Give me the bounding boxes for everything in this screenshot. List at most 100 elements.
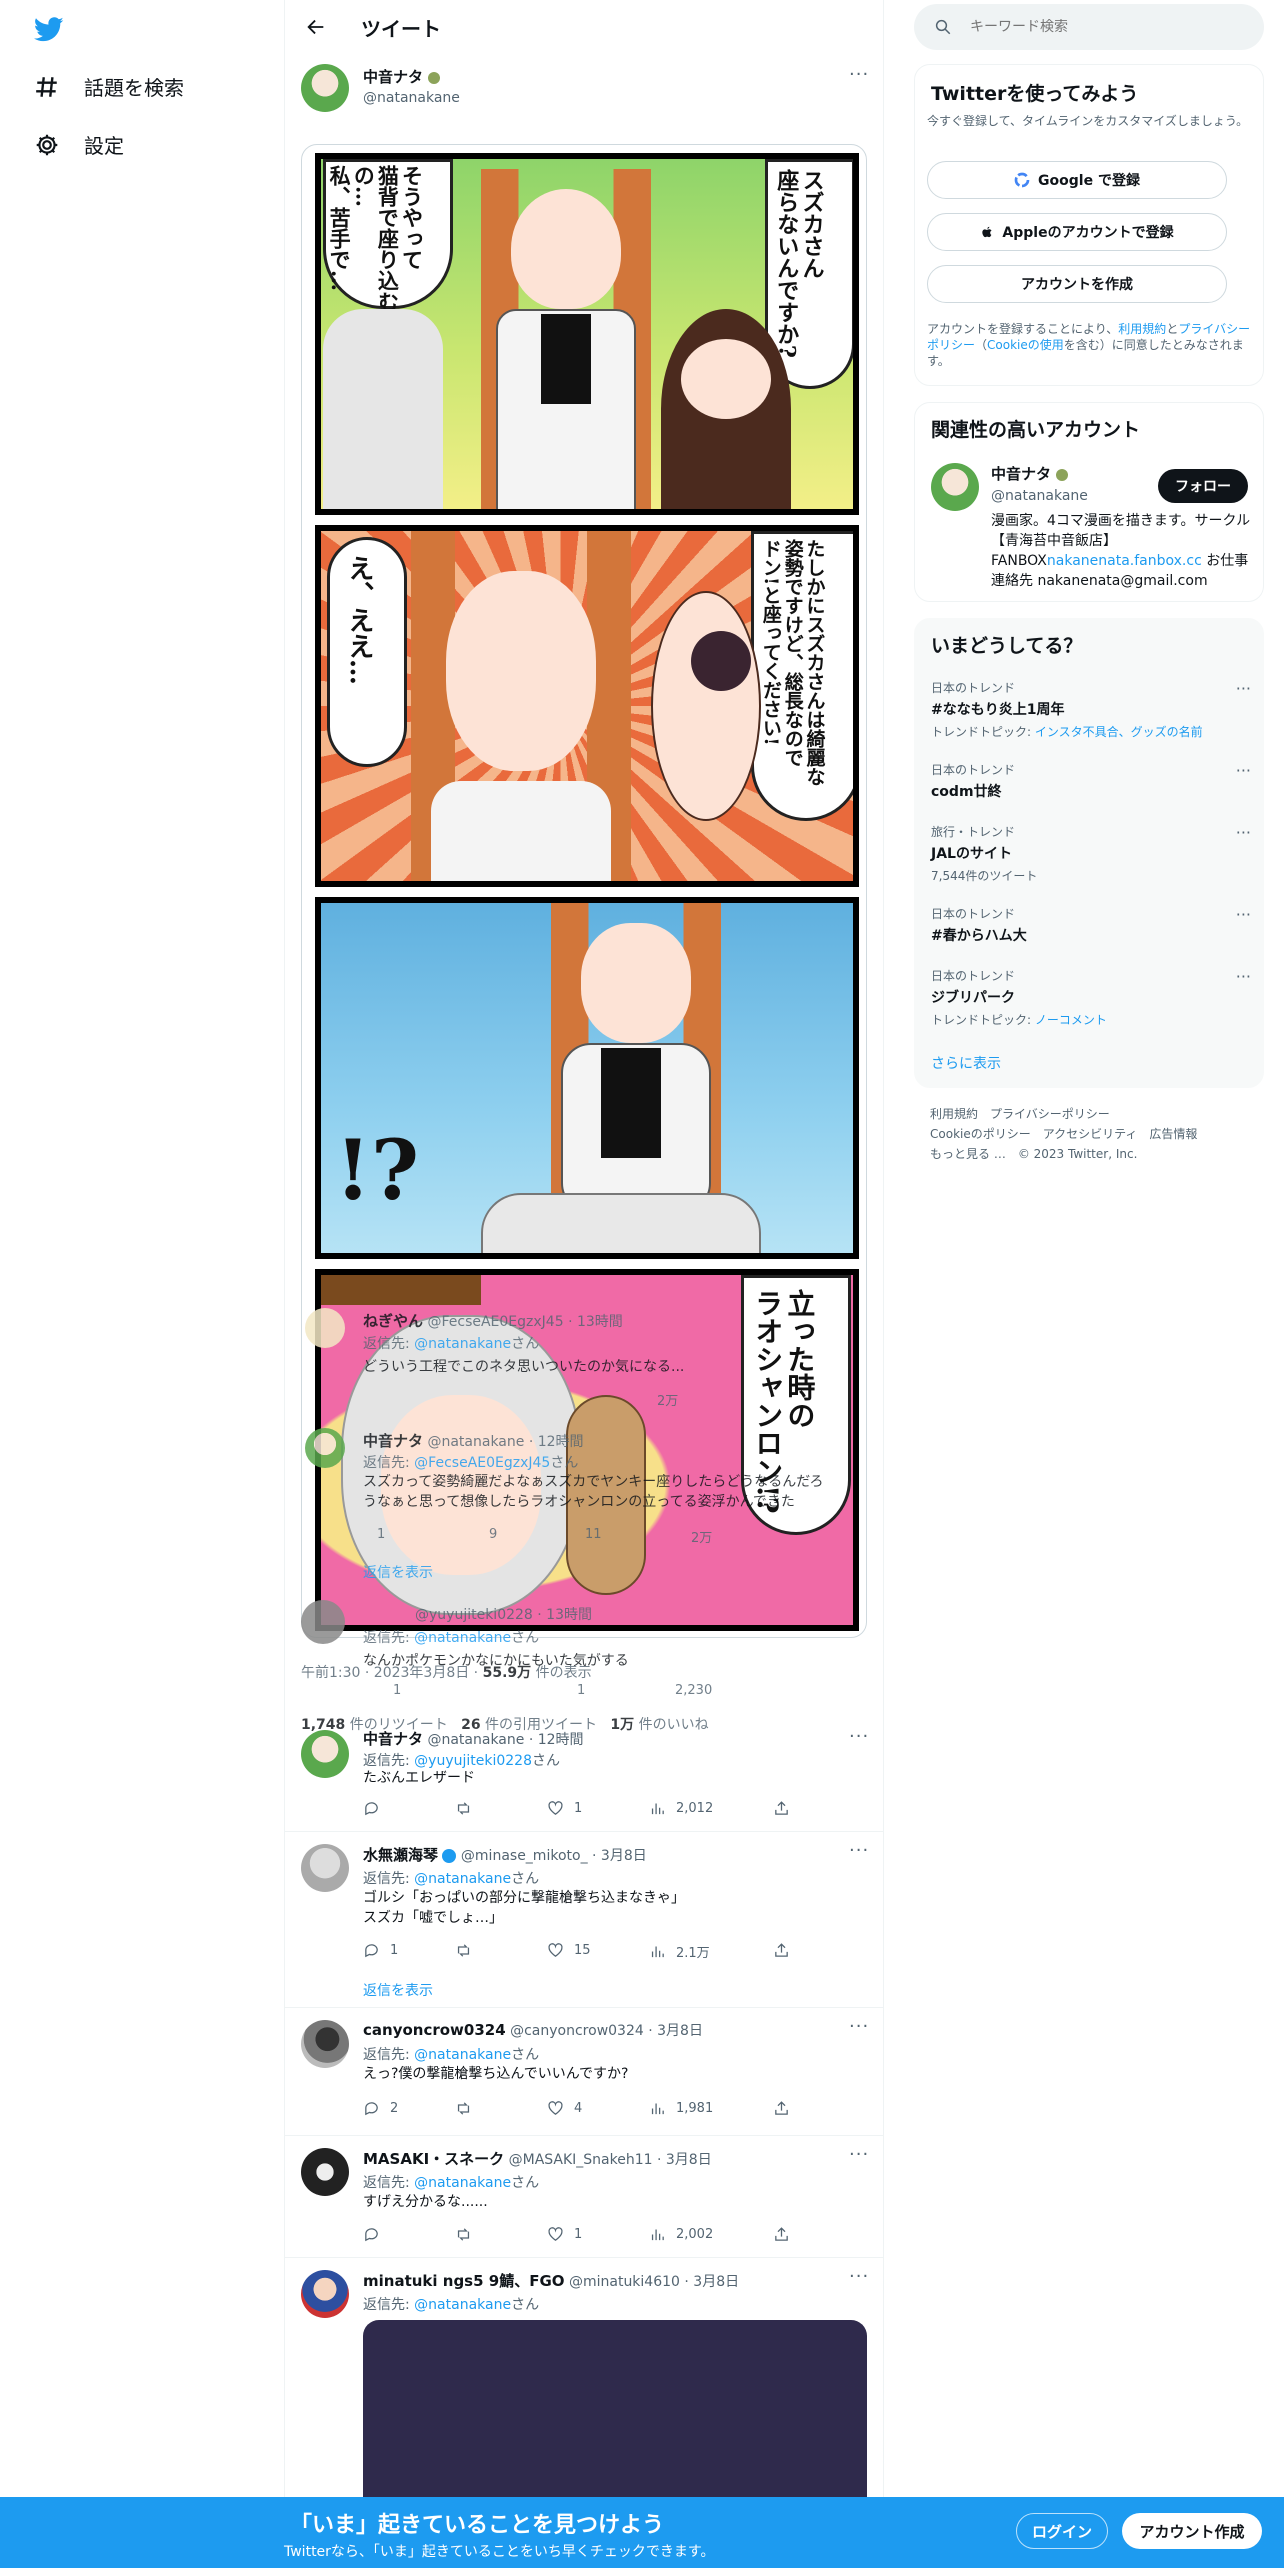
more-options-icon[interactable]: ··· — [1236, 823, 1251, 842]
reply-to-link[interactable]: @natanakane — [414, 2175, 511, 2191]
reply-time[interactable]: · 12時間 — [529, 1434, 584, 1450]
nav-explore[interactable]: 話題を検索 — [34, 72, 184, 101]
more-options-icon[interactable]: ··· — [849, 2144, 869, 2165]
trend-topic-link[interactable]: ノーコメント — [1035, 1013, 1107, 1027]
related-avatar[interactable] — [931, 463, 979, 511]
reply-name[interactable]: MASAKI・スネーク — [363, 2150, 504, 2168]
reply-avatar[interactable] — [301, 2148, 349, 2196]
follow-button[interactable]: フォロー — [1158, 469, 1248, 503]
share-button[interactable] — [773, 2100, 790, 2117]
footer-line-3[interactable]: もっと見る … © 2023 Twitter, Inc. — [930, 1144, 1197, 1164]
reply-avatar[interactable] — [305, 1428, 345, 1468]
more-options-icon[interactable]: ··· — [849, 64, 869, 85]
reply-name[interactable]: 水無瀬海琴 — [363, 1846, 438, 1864]
share-button[interactable] — [773, 2226, 790, 2243]
trend-topic-link[interactable]: インスタ不具合、グッズの名前 — [1035, 725, 1203, 739]
reply-handle[interactable]: @yuyujiteki0228 — [415, 1607, 533, 1623]
author-name[interactable]: 中音ナタ — [363, 68, 423, 86]
reply-name[interactable]: ねぎやん — [363, 1312, 423, 1330]
author-avatar[interactable] — [301, 64, 349, 112]
reply-button[interactable] — [363, 1800, 380, 1817]
reply-handle[interactable]: @natanakane — [427, 1434, 524, 1450]
footer-links[interactable]: 利用規約 プライバシーポリシー Cookieのポリシー アクセシビリティ 広告情… — [930, 1104, 1197, 1164]
more-options-icon[interactable]: ··· — [1236, 967, 1251, 986]
reply-button[interactable]: 2 — [363, 2100, 398, 2117]
apple-signup-button[interactable]: Appleのアカウントで登録 — [927, 213, 1227, 251]
terms-link[interactable]: 利用規約 — [1118, 322, 1166, 336]
reply-avatar[interactable] — [301, 1844, 349, 1892]
cookie-link[interactable]: Cookieの使用 — [987, 338, 1064, 352]
reply-avatar[interactable] — [301, 1730, 349, 1778]
more-options-icon[interactable]: ··· — [1236, 679, 1251, 698]
twitter-logo-icon[interactable] — [32, 14, 66, 44]
show-more-trends-link[interactable]: さらに表示 — [931, 1053, 1001, 1073]
reply-name[interactable]: 中音ナタ — [363, 1432, 423, 1450]
reply-to-link[interactable]: @natanakane — [414, 1336, 511, 1352]
more-options-icon[interactable]: ··· — [849, 2266, 869, 2287]
reply-item[interactable]: canyoncrow0324 @canyoncrow0324 · 3月8日 返信… — [285, 2008, 883, 2136]
retweet-button[interactable] — [455, 2100, 472, 2117]
share-button[interactable] — [773, 1942, 790, 1959]
retweet-count[interactable]: 9 — [489, 1527, 497, 1542]
like-button[interactable]: 1 — [547, 2226, 582, 2243]
reply-time[interactable]: · 3月8日 — [648, 2023, 703, 2039]
view-count[interactable]: 2万 — [691, 1527, 712, 1546]
reply-name[interactable]: canyoncrow0324 — [363, 2021, 506, 2039]
footer-line-2[interactable]: Cookieのポリシー アクセシビリティ 広告情報 — [930, 1124, 1197, 1144]
reply-time[interactable]: · 13時間 — [537, 1607, 592, 1623]
reply-views[interactable]: 2万 — [657, 1390, 678, 1409]
search-bar[interactable] — [914, 4, 1264, 50]
reply-to-link[interactable]: @FecseAE0EgzxJ45 — [414, 1455, 550, 1471]
trend-item[interactable]: 日本のトレンド #春からハム大 ··· — [931, 905, 1251, 945]
reply-handle[interactable]: @minatuki4610 — [569, 2274, 680, 2290]
show-replies-link[interactable]: 返信を表示 — [363, 1980, 433, 2000]
related-account[interactable]: 中音ナタ @natanakane — [991, 463, 1088, 504]
footer-line-1[interactable]: 利用規約 プライバシーポリシー — [930, 1104, 1197, 1124]
like-button[interactable]: 4 — [547, 2100, 582, 2117]
reply-to-link[interactable]: @natanakane — [414, 2297, 511, 2313]
share-button[interactable] — [773, 1800, 790, 1817]
reply-time[interactable]: · 12時間 — [529, 1732, 584, 1748]
reply-time[interactable]: · 3月8日 — [657, 2152, 712, 2168]
views-button[interactable]: 1,981 — [649, 2100, 713, 2117]
more-options-icon[interactable]: ··· — [1236, 761, 1251, 780]
reply-item[interactable]: 水無瀬海琴 @minase_mikoto_ · 3月8日 返信先: @natan… — [285, 1832, 883, 2008]
reply-handle[interactable]: @natanakane — [427, 1732, 524, 1748]
trend-item[interactable]: 日本のトレンド ジブリパーク トレンドトピック: ノーコメント ··· — [931, 967, 1251, 1028]
google-signup-button[interactable]: Google で登録 — [927, 161, 1227, 199]
bio-link[interactable]: nakanenata.fanbox.cc — [1047, 553, 1202, 569]
reply-button[interactable]: 1 — [363, 1942, 398, 1959]
more-options-icon[interactable]: ··· — [849, 1840, 869, 1861]
views-button[interactable]: 2.1万 — [649, 1942, 710, 1961]
reply-time[interactable]: · 3月8日 — [684, 2274, 739, 2290]
reply-name[interactable]: minatuki ngs5 9鯖、FGO — [363, 2272, 565, 2290]
more-options-icon[interactable]: ··· — [1236, 905, 1251, 924]
like-count[interactable]: 1 — [577, 1683, 585, 1698]
reply-handle[interactable]: @canyoncrow0324 — [510, 2023, 644, 2039]
retweet-button[interactable] — [455, 1942, 472, 1959]
signup-button[interactable]: アカウント作成 — [1122, 2513, 1262, 2549]
reply-to-link[interactable]: @natanakane — [414, 1630, 511, 1646]
author-handle[interactable]: @natanakane — [363, 90, 460, 106]
trend-item[interactable]: 日本のトレンド #ななもり炎上1周年 トレンドトピック: インスタ不具合、グッズ… — [931, 679, 1251, 740]
reply-button[interactable] — [363, 2226, 380, 2243]
back-arrow-icon[interactable] — [305, 16, 327, 38]
comic-image[interactable]: そうやって 猫背で座り込む の… 私、苦手で… スズカさん 座らないんですか? … — [301, 144, 867, 1638]
trend-item[interactable]: 日本のトレンド codm廿終 ··· — [931, 761, 1251, 801]
create-account-button[interactable]: アカウントを作成 — [927, 265, 1227, 303]
trend-item[interactable]: 旅行・トレンド JALのサイト 7,544件のツイート ··· — [931, 823, 1251, 884]
reply-to-link[interactable]: @natanakane — [414, 1871, 511, 1887]
reply-count[interactable]: 1 — [377, 1527, 385, 1542]
reply-avatar[interactable] — [301, 2020, 349, 2068]
retweet-button[interactable] — [455, 2226, 472, 2243]
reply-count[interactable]: 1 — [393, 1683, 401, 1698]
views-button[interactable]: 2,002 — [649, 2226, 713, 2243]
views-button[interactable]: 2,012 — [649, 1800, 713, 1817]
login-button[interactable]: ログイン — [1016, 2513, 1108, 2549]
reply-item[interactable]: 中音ナタ @natanakane · 12時間 返信先: @yuyujiteki… — [285, 1718, 883, 1832]
nav-settings[interactable]: 設定 — [34, 130, 124, 159]
like-button[interactable]: 1 — [547, 1800, 582, 1817]
reply-avatar[interactable] — [305, 1308, 345, 1348]
like-count[interactable]: 11 — [585, 1527, 602, 1542]
more-options-icon[interactable]: ··· — [849, 1726, 869, 1747]
